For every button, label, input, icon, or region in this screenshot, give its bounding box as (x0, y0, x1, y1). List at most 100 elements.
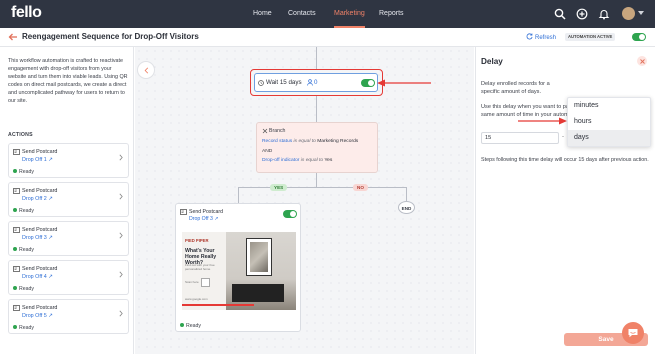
chevron-right-icon[interactable] (119, 310, 123, 317)
status-badge: AUTOMATION ACTIVE (565, 33, 616, 41)
delay-description: Delay enrolled records for a specific am… (481, 81, 550, 95)
chat-button[interactable] (622, 322, 644, 344)
external-link-icon: ↗ (48, 157, 53, 163)
postcard-url: www.google.com (185, 297, 208, 301)
nav-home[interactable]: Home (253, 0, 272, 28)
ready-dot (13, 169, 17, 173)
branch-icon (262, 128, 268, 134)
action-card[interactable]: Send Postcard Drop Off 1 ↗ Ready (8, 143, 129, 178)
arrow-icon (377, 79, 431, 87)
connector-line (406, 187, 407, 201)
action-link-label: Drop Off 4 (22, 274, 47, 280)
end-node: END (398, 201, 415, 214)
postcard-status: Ready (180, 323, 201, 329)
qr-code-icon (201, 278, 210, 287)
option-days[interactable]: days (568, 130, 650, 146)
condition-operator: is equal to (300, 158, 324, 163)
chevron-left-icon (144, 67, 149, 74)
action-name: Send Postcard (22, 305, 58, 311)
wait-node[interactable]: Wait 15 days 0 (254, 73, 378, 92)
refresh-button[interactable]: Refresh (526, 33, 556, 41)
action-link[interactable]: Drop Off 4 ↗ (22, 274, 53, 280)
delay-amount-input[interactable]: 15 (481, 132, 559, 144)
postcard-node[interactable]: Send Postcard Drop Off 3 ↗ PIED PIPER Wh… (175, 203, 301, 332)
arrow-icon (518, 117, 567, 125)
action-card[interactable]: Send Postcard Drop Off 3 ↗ Ready (8, 221, 129, 256)
chevron-right-icon[interactable] (119, 154, 123, 161)
action-card[interactable]: Send Postcard Drop Off 2 ↗ Ready (8, 182, 129, 217)
chat-icon (628, 329, 638, 338)
action-link[interactable]: Drop Off 3 ↗ (22, 235, 53, 241)
action-status-label: Ready (19, 325, 34, 331)
condition-field: Record status (262, 139, 293, 144)
page-title: Reengagement Sequence for Drop-Off Visit… (22, 32, 199, 41)
connector-line (316, 47, 317, 69)
collapse-sidebar-button[interactable] (137, 61, 155, 79)
automation-active-toggle[interactable] (632, 33, 646, 41)
action-link[interactable]: Drop Off 2 ↗ (22, 196, 53, 202)
nav-reports[interactable]: Reports (379, 0, 404, 28)
chevron-right-icon[interactable] (119, 193, 123, 200)
connector-line (238, 187, 406, 188)
postcard-link[interactable]: Drop Off 3 ↗ (189, 216, 219, 222)
branch-condition-2: Drop-off indicator is equal to Yes (262, 158, 332, 163)
postcard-preview[interactable]: PIED PIPER What's Your Home Really Worth… (182, 232, 296, 310)
connector-line (316, 96, 317, 122)
no-pill: NO (353, 184, 368, 191)
action-card[interactable]: Send Postcard Drop Off 5 ↗ Ready (8, 299, 129, 334)
action-status: Ready (13, 208, 34, 214)
refresh-label: Refresh (535, 35, 557, 41)
add-circle-icon[interactable] (576, 8, 588, 20)
action-link[interactable]: Drop Off 1 ↗ (22, 157, 53, 163)
nav-marketing[interactable]: Marketing (334, 0, 365, 28)
external-link-icon: ↗ (214, 216, 219, 222)
unit-select-caret[interactable]: - (562, 134, 564, 140)
action-name: Send Postcard (22, 227, 58, 233)
postcard-name: Send Postcard (189, 209, 224, 215)
back-arrow-icon[interactable] (8, 32, 18, 42)
top-navigation-bar: fello Home Contacts Marketing Reports (0, 0, 655, 28)
wait-node-toggle[interactable] (361, 79, 375, 87)
avatar[interactable] (622, 7, 635, 20)
option-hours[interactable]: hours (568, 114, 650, 130)
enrolled-count[interactable]: 0 (314, 79, 317, 86)
postcard-node-toggle[interactable] (283, 210, 297, 218)
external-link-icon: ↗ (48, 196, 53, 202)
postcard-subtext: Find out with your free personalized hom… (185, 263, 215, 271)
ready-dot (13, 286, 17, 290)
action-card[interactable]: Send Postcard Drop Off 4 ↗ Ready (8, 260, 129, 295)
time-unit-dropdown[interactable]: minutes hours days (567, 97, 651, 147)
postcard-icon (13, 227, 20, 233)
action-link-label: Drop Off 5 (22, 313, 47, 319)
person-icon (307, 79, 313, 86)
external-link-icon: ↗ (48, 274, 53, 280)
workflow-description: This workflow automation is crafted to r… (8, 58, 128, 104)
option-minutes[interactable]: minutes (568, 98, 650, 114)
action-status-label: Ready (19, 169, 34, 175)
ready-dot (180, 323, 184, 327)
nav-contacts[interactable]: Contacts (288, 0, 316, 28)
cabinet (232, 284, 284, 302)
bell-icon[interactable] (598, 8, 610, 20)
postcard-icon (13, 305, 20, 311)
fello-logo[interactable]: fello (11, 4, 42, 22)
chevron-right-icon[interactable] (119, 232, 123, 239)
search-icon[interactable] (554, 8, 566, 20)
ready-dot (13, 325, 17, 329)
ready-dot (13, 208, 17, 212)
action-link-label: Drop Off 2 (22, 196, 47, 202)
condition-value: Marketing Records (317, 139, 359, 144)
external-link-icon: ↗ (48, 235, 53, 241)
yes-pill: YES (270, 184, 288, 191)
external-link-icon: ↗ (48, 313, 53, 319)
chevron-right-icon[interactable] (119, 271, 123, 278)
condition-value: Yes (324, 158, 333, 163)
condition-field: Drop-off indicator (262, 158, 300, 163)
action-name: Send Postcard (22, 266, 58, 272)
action-link[interactable]: Drop Off 5 ↗ (22, 313, 53, 319)
close-icon (639, 58, 645, 64)
chevron-down-icon[interactable] (638, 11, 644, 15)
close-button[interactable] (637, 56, 647, 66)
action-status-label: Ready (19, 247, 34, 253)
branch-node[interactable]: Branch Record status is equal to Marketi… (256, 122, 378, 173)
